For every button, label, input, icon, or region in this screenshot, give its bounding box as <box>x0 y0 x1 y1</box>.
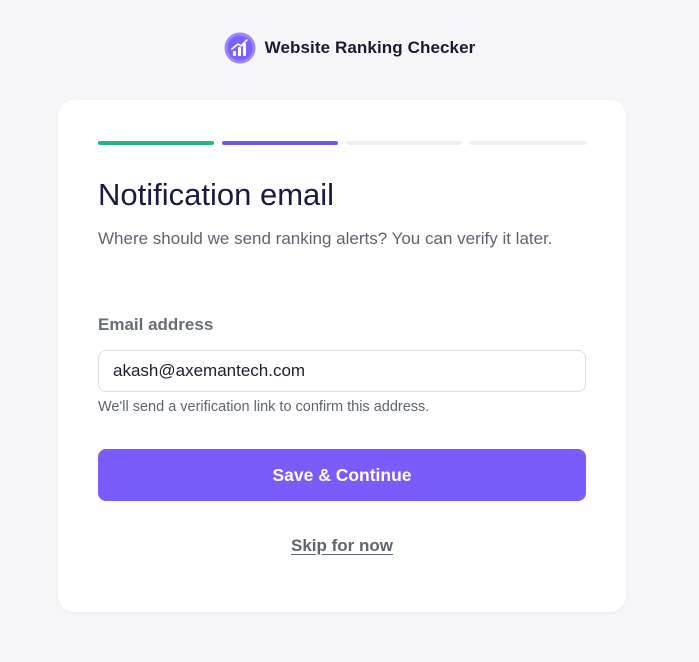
progress-step-4 <box>470 141 586 145</box>
page-subtitle: Where should we send ranking alerts? You… <box>98 229 553 248</box>
email-field[interactable] <box>98 350 586 392</box>
brand-name: Website Ranking Checker <box>264 38 476 57</box>
email-help-text: We'll send a verification link to confir… <box>98 399 430 415</box>
email-label: Email address <box>98 315 214 334</box>
page-title: Notification email <box>98 177 335 212</box>
progress-step-1 <box>98 141 214 145</box>
bar-chart-logo-icon <box>224 32 256 64</box>
brand-header: Website Ranking Checker <box>0 32 699 64</box>
progress-step-3 <box>346 141 462 145</box>
skip-link[interactable]: Skip for now <box>58 536 626 556</box>
onboarding-card: Notification email Where should we send … <box>58 100 626 612</box>
progress-step-2 <box>222 141 338 145</box>
save-continue-button[interactable]: Save & Continue <box>98 449 586 501</box>
progress-steps <box>98 141 586 145</box>
